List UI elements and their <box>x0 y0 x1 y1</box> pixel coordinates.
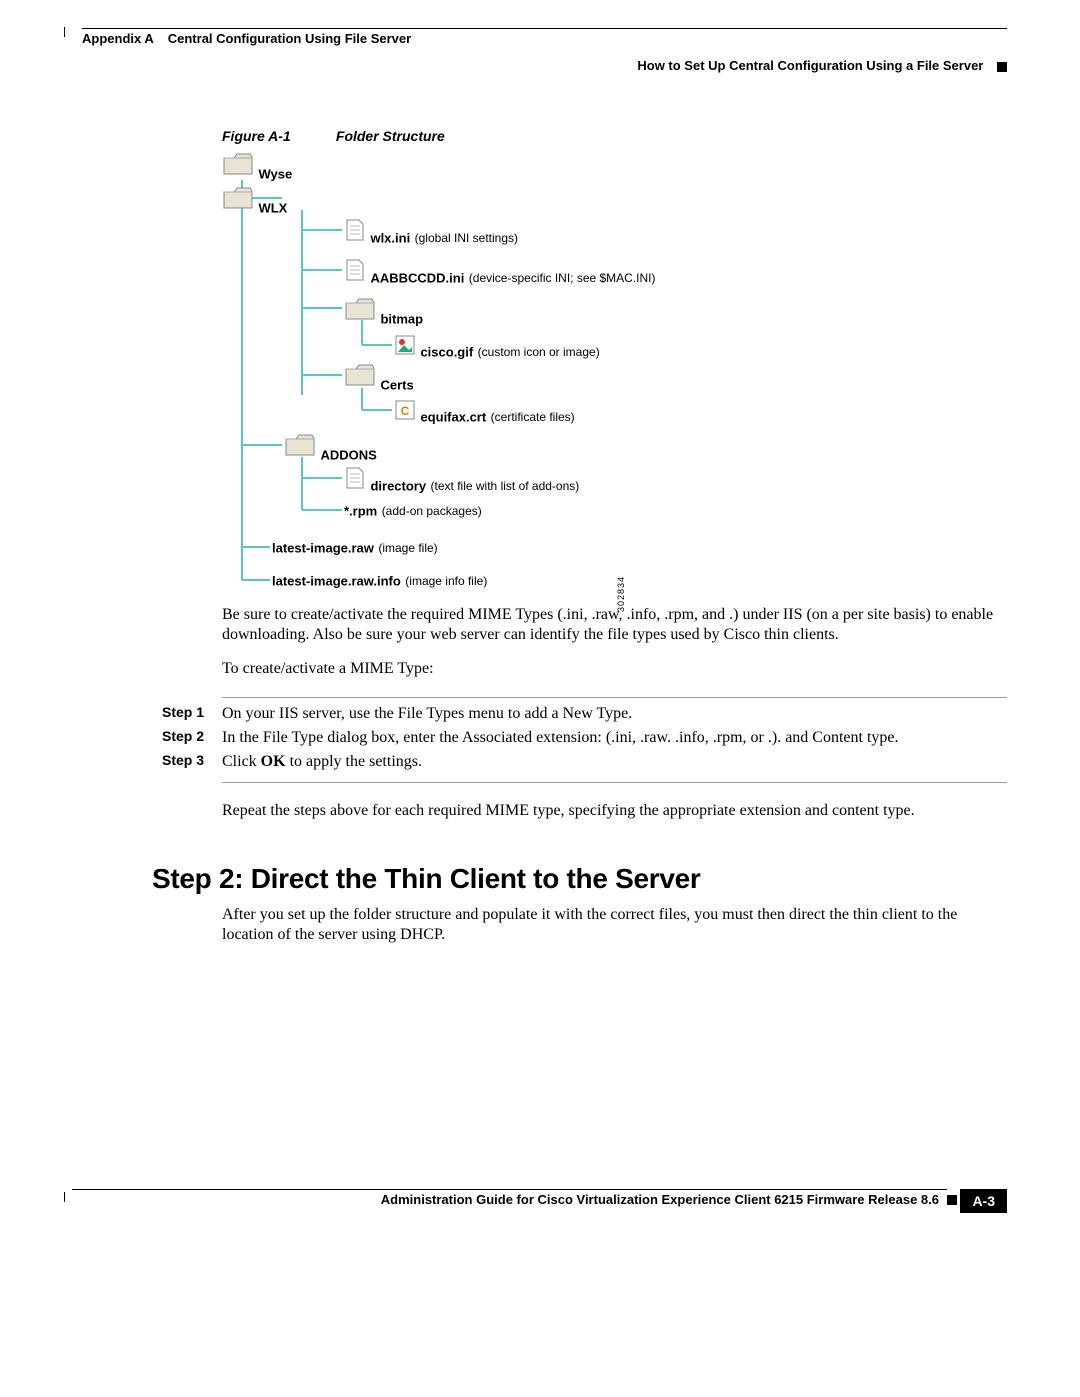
image-file-icon <box>394 334 416 356</box>
folder-tree-diagram: Wyse WLX wlx.ini (global INI settings) A… <box>222 150 1007 605</box>
figure-id-number: 302834 <box>616 576 626 612</box>
tree-latestraw-note: (image file) <box>378 541 437 555</box>
step-number: Step 3 <box>162 752 222 772</box>
tree-wlxini: wlx.ini <box>370 230 410 245</box>
chapter-title: Central Configuration Using File Server <box>168 31 411 46</box>
tree-bitmap: bitmap <box>380 311 423 326</box>
tree-rpm-note: (add-on packages) <box>382 504 482 518</box>
file-icon <box>344 258 366 282</box>
tree-latestinfo-note: (image info file) <box>405 574 487 588</box>
body-paragraphs-2: Repeat the steps above for each required… <box>222 801 1007 821</box>
step-number: Step 2 <box>162 728 222 748</box>
tree-wyse: Wyse <box>258 166 292 181</box>
footer-title: Administration Guide for Cisco Virtualiz… <box>72 1192 947 1207</box>
page-number: A-3 <box>960 1189 1007 1213</box>
tree-ciscogif-note: (custom icon or image) <box>478 345 600 359</box>
body-para-1: Be sure to create/activate the required … <box>222 605 1007 645</box>
tree-equifax-note: (certificate files) <box>491 410 575 424</box>
appendix-label: Appendix A <box>82 31 154 46</box>
tree-directory: directory <box>370 478 426 493</box>
page-subheader: How to Set Up Central Configuration Usin… <box>72 58 1007 73</box>
tree-macini-note: (device-specific INI; see $MAC.INI) <box>469 271 656 285</box>
tree-addons: ADDONS <box>320 447 376 462</box>
file-icon <box>344 466 366 490</box>
section-para: After you set up the folder structure an… <box>222 905 1007 945</box>
subheader-text: How to Set Up Central Configuration Usin… <box>637 58 983 73</box>
figure-title: Folder Structure <box>336 128 445 144</box>
footer-square-icon <box>947 1195 957 1205</box>
tree-ciscogif: cisco.gif <box>420 344 473 359</box>
folder-icon <box>222 150 254 178</box>
tree-certs: Certs <box>380 377 413 392</box>
step-row: Step 2 In the File Type dialog box, ente… <box>162 728 1007 748</box>
tree-rpm: *.rpm <box>344 503 377 518</box>
tree-wlx: WLX <box>258 200 287 215</box>
figure-label: Figure A-1 <box>222 128 332 144</box>
tree-latestraw: latest-image.raw <box>272 540 374 555</box>
section-heading: Step 2: Direct the Thin Client to the Se… <box>152 863 1007 895</box>
folder-icon <box>222 184 254 212</box>
tree-latestinfo: latest-image.raw.info <box>272 573 401 588</box>
page-header: Appendix A Central Configuration Using F… <box>82 31 1007 46</box>
tree-directory-note: (text file with list of add-ons) <box>431 479 580 493</box>
folder-icon <box>344 295 376 323</box>
tree-equifax: equifax.crt <box>420 409 486 424</box>
tree-wlxini-note: (global INI settings) <box>415 231 518 245</box>
steps-block: Step 1 On your IIS server, use the File … <box>162 697 1007 783</box>
tree-macini: AABBCCDD.ini <box>370 270 464 285</box>
folder-icon <box>344 361 376 389</box>
step-number: Step 1 <box>162 704 222 724</box>
step-text: Click OK to apply the settings. <box>222 752 1007 772</box>
step-text: In the File Type dialog box, enter the A… <box>222 728 1007 748</box>
body-para-3: Repeat the steps above for each required… <box>222 801 1007 821</box>
file-icon <box>344 218 366 242</box>
folder-icon <box>284 431 316 459</box>
section-body: After you set up the folder structure an… <box>222 905 1007 945</box>
body-paragraphs: Be sure to create/activate the required … <box>222 605 1007 679</box>
step-row: Step 1 On your IIS server, use the File … <box>162 704 1007 724</box>
header-square-icon <box>997 62 1007 72</box>
step-text: On your IIS server, use the File Types m… <box>222 704 1007 724</box>
step-row: Step 3 Click OK to apply the settings. <box>162 752 1007 772</box>
figure-caption: Figure A-1 Folder Structure <box>222 128 1007 144</box>
svg-text:C: C <box>401 404 410 418</box>
cert-file-icon: C <box>394 399 416 421</box>
page-footer: Administration Guide for Cisco Virtualiz… <box>72 1189 1007 1207</box>
body-para-2: To create/activate a MIME Type: <box>222 659 1007 679</box>
